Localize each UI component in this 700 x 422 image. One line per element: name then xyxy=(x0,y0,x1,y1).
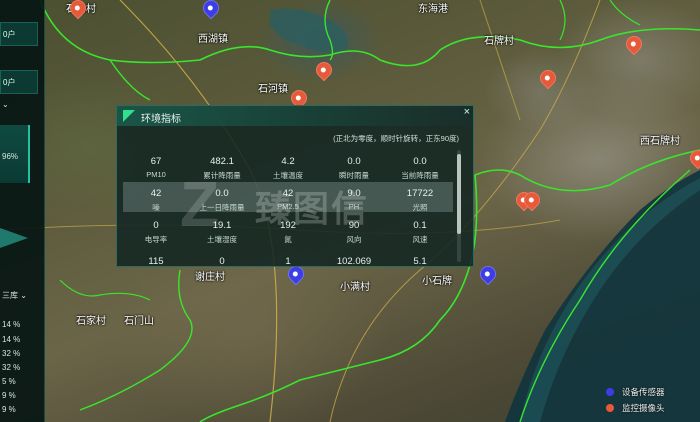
close-icon[interactable]: × xyxy=(464,106,470,118)
percent-row: 5 % xyxy=(2,377,16,386)
metric-cell: 17722 光照 xyxy=(387,182,453,212)
metric-cell: 0.0 当前降雨量 xyxy=(401,156,439,180)
metric-cell: 0 xyxy=(219,256,225,267)
legend-item[interactable]: 设备传感器 xyxy=(606,384,694,400)
watermark-logo-icon: Z xyxy=(180,168,220,240)
scrollbar-thumb[interactable] xyxy=(457,154,461,234)
map-label: 小满村 xyxy=(340,282,370,293)
percent-row: 14 % xyxy=(2,320,21,329)
metric-cell: 115 xyxy=(148,256,164,267)
metric-cell: 0.0 瞬时雨量 xyxy=(339,156,369,180)
map-label: 西湖镇 xyxy=(198,34,228,45)
left-sidebar: 0户 0户 ⌄ 96% 三库 ⌄ 14 % 14 % 32 % 32 % 5 %… xyxy=(0,0,45,422)
percent-row: 32 % xyxy=(2,349,21,358)
stat-cell: 0户 xyxy=(0,22,38,46)
map-label: 谢庄村 xyxy=(195,272,225,283)
device-dot-icon xyxy=(606,388,614,396)
metric-cell: 102.069 xyxy=(336,256,372,267)
map-label: 石河镇 xyxy=(258,84,288,95)
stat-cell: 0户 xyxy=(0,70,38,94)
map-label: 东海港 xyxy=(418,4,448,15)
percent-row: 9 % xyxy=(2,391,16,400)
metric-cell: 1 xyxy=(285,256,291,267)
popup-note: (正北为零度，顺时针旋转，正东90度) xyxy=(333,134,459,143)
map-label: 石门山 xyxy=(124,316,154,327)
metric-cell: 0.1 风速 xyxy=(412,220,428,244)
legend-item[interactable]: 监控摄像头 xyxy=(606,400,694,416)
title-flag-icon xyxy=(123,110,135,122)
map-legend: 设备传感器 监控摄像头 xyxy=(606,384,694,416)
legend-label: 监控摄像头 xyxy=(622,403,665,413)
percent-row: 32 % xyxy=(2,363,21,372)
map-label: 西石牌村 xyxy=(640,136,680,147)
percent-row: 14 % xyxy=(2,335,21,344)
dropdown-label[interactable]: 三库 ⌄ xyxy=(2,290,27,301)
map-label: 小石牌 xyxy=(422,276,452,287)
map-label: 石家村 xyxy=(76,316,106,327)
legend-label: 设备传感器 xyxy=(622,387,665,397)
popup-title: 环境指标 xyxy=(141,114,181,125)
watermark-text: 臻图信 xyxy=(255,188,370,229)
popup-scrollbar[interactable] xyxy=(457,150,461,262)
map-label: 石牌村 xyxy=(484,36,514,47)
metric-cell: 4.2 土壤温度 xyxy=(273,156,303,180)
camera-dot-icon xyxy=(606,404,614,412)
collapse-arrow-icon[interactable] xyxy=(0,228,28,248)
percent-row: 9 % xyxy=(2,405,16,414)
percent-top: 96% xyxy=(2,152,19,161)
metric-cell: 5.1 xyxy=(413,256,427,267)
